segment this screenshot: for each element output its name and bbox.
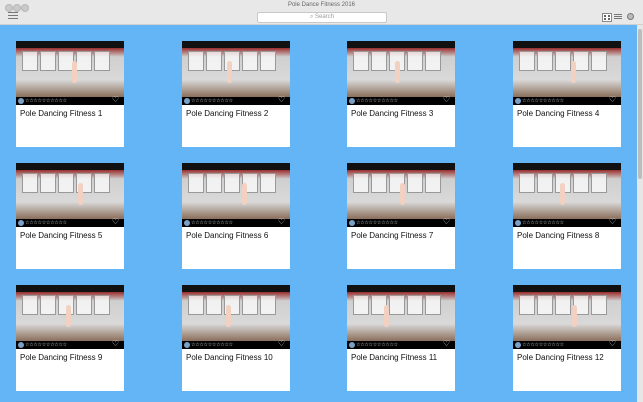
video-card[interactable]: ☆☆☆☆☆☆☆☆☆☆ ♡ Pole Dancing Fitness 11 bbox=[347, 285, 455, 391]
studio-image bbox=[513, 170, 621, 219]
studio-image bbox=[182, 292, 290, 341]
rating-stars-icon[interactable]: ☆☆☆☆☆☆☆☆☆☆ bbox=[191, 219, 233, 227]
cloud-icon bbox=[515, 342, 521, 348]
cloud-icon bbox=[184, 342, 190, 348]
video-card[interactable]: ☆☆☆☆☆☆☆☆☆☆ ♡ Pole Dancing Fitness 9 bbox=[16, 285, 124, 391]
video-card[interactable]: ☆☆☆☆☆☆☆☆☆☆ ♡ Pole Dancing Fitness 5 bbox=[16, 163, 124, 269]
video-thumbnail[interactable]: ☆☆☆☆☆☆☆☆☆☆ ♡ bbox=[16, 41, 124, 105]
heart-icon[interactable]: ♡ bbox=[278, 96, 285, 104]
studio-image bbox=[16, 292, 124, 341]
search-placeholder: Search bbox=[315, 14, 335, 20]
studio-image bbox=[16, 170, 124, 219]
video-title: Pole Dancing Fitness 4 bbox=[517, 109, 600, 118]
heart-icon[interactable]: ♡ bbox=[609, 340, 616, 348]
cloud-icon bbox=[184, 98, 190, 104]
video-title: Pole Dancing Fitness 1 bbox=[20, 109, 103, 118]
heart-icon[interactable]: ♡ bbox=[278, 340, 285, 348]
video-thumbnail[interactable]: ☆☆☆☆☆☆☆☆☆☆ ♡ bbox=[347, 41, 455, 105]
video-thumbnail[interactable]: ☆☆☆☆☆☆☆☆☆☆ ♡ bbox=[347, 163, 455, 227]
window-title: Pole Dance Fitness 2016 bbox=[287, 2, 356, 8]
rating-stars-icon[interactable]: ☆☆☆☆☆☆☆☆☆☆ bbox=[25, 97, 67, 105]
video-card[interactable]: ☆☆☆☆☆☆☆☆☆☆ ♡ Pole Dancing Fitness 1 bbox=[16, 41, 124, 147]
gear-icon[interactable] bbox=[627, 13, 634, 20]
rating-stars-icon[interactable]: ☆☆☆☆☆☆☆☆☆☆ bbox=[522, 341, 564, 349]
heart-icon[interactable]: ♡ bbox=[609, 218, 616, 226]
video-title: Pole Dancing Fitness 3 bbox=[351, 109, 434, 118]
video-title: Pole Dancing Fitness 9 bbox=[20, 353, 103, 362]
scrollbar-thumb[interactable] bbox=[638, 29, 642, 179]
studio-image bbox=[347, 170, 455, 219]
video-card[interactable]: ☆☆☆☆☆☆☆☆☆☆ ♡ Pole Dancing Fitness 12 bbox=[513, 285, 621, 391]
heart-icon[interactable]: ♡ bbox=[278, 218, 285, 226]
studio-image bbox=[513, 48, 621, 97]
heart-icon[interactable]: ♡ bbox=[443, 218, 450, 226]
rating-stars-icon[interactable]: ☆☆☆☆☆☆☆☆☆☆ bbox=[25, 341, 67, 349]
video-title: Pole Dancing Fitness 10 bbox=[186, 353, 273, 362]
rating-stars-icon[interactable]: ☆☆☆☆☆☆☆☆☆☆ bbox=[191, 97, 233, 105]
video-card[interactable]: ☆☆☆☆☆☆☆☆☆☆ ♡ Pole Dancing Fitness 4 bbox=[513, 41, 621, 147]
studio-image bbox=[347, 48, 455, 97]
cloud-icon bbox=[18, 342, 24, 348]
studio-image bbox=[182, 48, 290, 97]
video-title: Pole Dancing Fitness 12 bbox=[517, 353, 604, 362]
title-bar: Pole Dance Fitness 2016 ⌕ Search bbox=[0, 0, 643, 25]
video-card[interactable]: ☆☆☆☆☆☆☆☆☆☆ ♡ Pole Dancing Fitness 8 bbox=[513, 163, 621, 269]
studio-image bbox=[347, 292, 455, 341]
studio-image bbox=[513, 292, 621, 341]
grid-view-icon[interactable] bbox=[602, 13, 612, 22]
video-card[interactable]: ☆☆☆☆☆☆☆☆☆☆ ♡ Pole Dancing Fitness 6 bbox=[182, 163, 290, 269]
vertical-scrollbar[interactable] bbox=[637, 25, 643, 402]
video-card[interactable]: ☆☆☆☆☆☆☆☆☆☆ ♡ Pole Dancing Fitness 10 bbox=[182, 285, 290, 391]
video-thumbnail[interactable]: ☆☆☆☆☆☆☆☆☆☆ ♡ bbox=[513, 285, 621, 349]
cloud-icon bbox=[18, 98, 24, 104]
video-thumbnail[interactable]: ☆☆☆☆☆☆☆☆☆☆ ♡ bbox=[347, 285, 455, 349]
hamburger-icon[interactable] bbox=[8, 12, 18, 20]
cloud-icon bbox=[515, 98, 521, 104]
search-input[interactable]: ⌕ Search bbox=[257, 12, 387, 23]
video-thumbnail[interactable]: ☆☆☆☆☆☆☆☆☆☆ ♡ bbox=[182, 41, 290, 105]
video-card[interactable]: ☆☆☆☆☆☆☆☆☆☆ ♡ Pole Dancing Fitness 2 bbox=[182, 41, 290, 147]
rating-stars-icon[interactable]: ☆☆☆☆☆☆☆☆☆☆ bbox=[356, 341, 398, 349]
heart-icon[interactable]: ♡ bbox=[443, 96, 450, 104]
video-thumbnail[interactable]: ☆☆☆☆☆☆☆☆☆☆ ♡ bbox=[182, 285, 290, 349]
video-title: Pole Dancing Fitness 6 bbox=[186, 231, 269, 240]
rating-stars-icon[interactable]: ☆☆☆☆☆☆☆☆☆☆ bbox=[356, 219, 398, 227]
cloud-icon bbox=[349, 220, 355, 226]
heart-icon[interactable]: ♡ bbox=[443, 340, 450, 348]
video-title: Pole Dancing Fitness 2 bbox=[186, 109, 269, 118]
rating-stars-icon[interactable]: ☆☆☆☆☆☆☆☆☆☆ bbox=[356, 97, 398, 105]
rating-stars-icon[interactable]: ☆☆☆☆☆☆☆☆☆☆ bbox=[25, 219, 67, 227]
video-card[interactable]: ☆☆☆☆☆☆☆☆☆☆ ♡ Pole Dancing Fitness 7 bbox=[347, 163, 455, 269]
rating-stars-icon[interactable]: ☆☆☆☆☆☆☆☆☆☆ bbox=[191, 341, 233, 349]
video-title: Pole Dancing Fitness 5 bbox=[20, 231, 103, 240]
heart-icon[interactable]: ♡ bbox=[112, 218, 119, 226]
video-thumbnail[interactable]: ☆☆☆☆☆☆☆☆☆☆ ♡ bbox=[182, 163, 290, 227]
cloud-icon bbox=[515, 220, 521, 226]
heart-icon[interactable]: ♡ bbox=[112, 96, 119, 104]
rating-stars-icon[interactable]: ☆☆☆☆☆☆☆☆☆☆ bbox=[522, 219, 564, 227]
heart-icon[interactable]: ♡ bbox=[112, 340, 119, 348]
studio-image bbox=[16, 48, 124, 97]
cloud-icon bbox=[349, 98, 355, 104]
cloud-icon bbox=[18, 220, 24, 226]
cloud-icon bbox=[349, 342, 355, 348]
cloud-icon bbox=[184, 220, 190, 226]
list-view-icon[interactable] bbox=[614, 13, 622, 20]
video-thumbnail[interactable]: ☆☆☆☆☆☆☆☆☆☆ ♡ bbox=[16, 285, 124, 349]
video-title: Pole Dancing Fitness 11 bbox=[351, 353, 438, 362]
video-title: Pole Dancing Fitness 8 bbox=[517, 231, 600, 240]
rating-stars-icon[interactable]: ☆☆☆☆☆☆☆☆☆☆ bbox=[522, 97, 564, 105]
video-thumbnail[interactable]: ☆☆☆☆☆☆☆☆☆☆ ♡ bbox=[16, 163, 124, 227]
heart-icon[interactable]: ♡ bbox=[609, 96, 616, 104]
studio-image bbox=[182, 170, 290, 219]
video-thumbnail[interactable]: ☆☆☆☆☆☆☆☆☆☆ ♡ bbox=[513, 163, 621, 227]
video-thumbnail[interactable]: ☆☆☆☆☆☆☆☆☆☆ ♡ bbox=[513, 41, 621, 105]
video-card[interactable]: ☆☆☆☆☆☆☆☆☆☆ ♡ Pole Dancing Fitness 3 bbox=[347, 41, 455, 147]
video-title: Pole Dancing Fitness 7 bbox=[351, 231, 434, 240]
